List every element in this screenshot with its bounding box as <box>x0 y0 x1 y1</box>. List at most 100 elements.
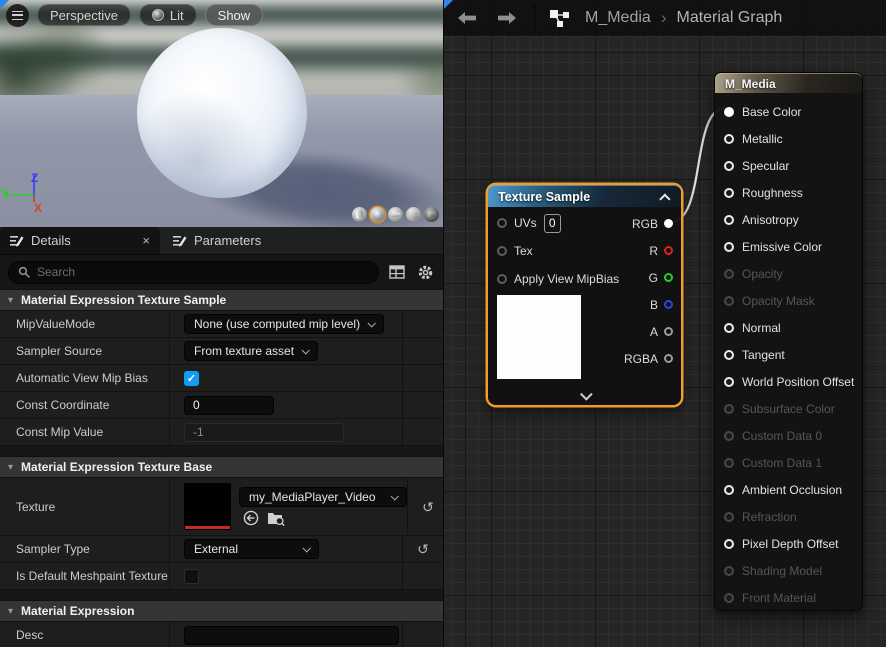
material-input-pin[interactable] <box>724 269 734 279</box>
viewport-menu-button[interactable] <box>6 4 29 27</box>
sampler-source-dropdown[interactable]: From texture asset <box>184 341 318 361</box>
input-pin-label: Apply View MipBias <box>514 272 619 286</box>
material-input-pin[interactable] <box>724 431 734 441</box>
input-pin[interactable] <box>497 274 507 284</box>
material-graph-canvas[interactable]: M_Media › Material Graph Texture Sample … <box>443 0 886 647</box>
collapse-triangle-icon: ▾ <box>8 606 13 617</box>
material-input-pin[interactable] <box>724 161 734 171</box>
details-panel: Details × Parameters <box>0 227 443 647</box>
dropdown-value: External <box>194 542 238 556</box>
section-title: Material Expression Texture Base <box>21 460 212 474</box>
texture-asset-dropdown[interactable]: my_MediaPlayer_Video <box>239 487 407 507</box>
display-options-button[interactable] <box>387 262 407 282</box>
input-pin[interactable] <box>497 218 507 228</box>
back-button[interactable] <box>454 6 480 30</box>
material-input-pin[interactable] <box>724 485 734 495</box>
material-input-pin[interactable] <box>724 377 734 387</box>
texture-thumbnail[interactable] <box>184 483 231 530</box>
settings-button[interactable] <box>415 262 435 282</box>
preview-shape-button[interactable] <box>370 207 385 222</box>
property-label: Const Mip Value <box>0 419 170 445</box>
material-input-pin[interactable] <box>724 215 734 225</box>
section-texture-sample[interactable]: ▾ Material Expression Texture Sample <box>0 289 443 311</box>
reset-sampler-type-button[interactable]: ↺ <box>417 542 429 556</box>
material-input-pin[interactable] <box>724 242 734 252</box>
input-pin[interactable] <box>497 246 507 256</box>
collapse-triangle-icon: ▾ <box>8 462 13 473</box>
close-icon[interactable]: × <box>142 234 150 247</box>
material-node-header[interactable]: M_Media <box>715 73 862 93</box>
dropdown-value: From texture asset <box>194 344 294 358</box>
material-input-pin[interactable] <box>724 512 734 522</box>
lit-mode-button[interactable]: Lit <box>139 4 197 26</box>
tab-parameters[interactable]: Parameters <box>163 227 271 254</box>
breadcrumb-page[interactable]: Material Graph <box>676 9 782 27</box>
is-default-meshpaint-checkbox[interactable] <box>184 569 199 584</box>
material-pin-row: Ambient Occlusion <box>724 476 862 503</box>
forward-button[interactable] <box>494 6 520 30</box>
chevron-down-icon <box>301 346 309 354</box>
hamburger-icon <box>12 11 23 20</box>
preview-shape-button[interactable] <box>352 207 367 222</box>
output-pin[interactable] <box>664 354 673 363</box>
const-coordinate-input[interactable] <box>184 396 274 415</box>
automatic-view-mip-bias-checkbox[interactable]: ✓ <box>184 371 199 386</box>
row-automatic-view-mip-bias: Automatic View Mip Bias ✓ <box>0 365 443 392</box>
material-input-pin[interactable] <box>724 107 734 117</box>
material-input-pin[interactable] <box>724 539 734 549</box>
output-pin[interactable] <box>664 246 673 255</box>
desc-input[interactable] <box>184 626 399 645</box>
material-input-pin[interactable] <box>724 296 734 306</box>
search-input[interactable] <box>37 265 369 279</box>
output-pin[interactable] <box>664 300 673 309</box>
material-pin-row: Tangent <box>724 341 862 368</box>
output-pin[interactable] <box>664 273 673 282</box>
preview-viewport[interactable]: Perspective Lit Show Z Y X <box>0 0 443 227</box>
use-selected-asset-icon[interactable] <box>243 510 259 526</box>
material-input-pin[interactable] <box>724 593 734 603</box>
material-pin-row: Subsurface Color <box>724 395 862 422</box>
material-result-node[interactable]: M_Media Base Color Metallic <box>714 72 863 611</box>
reset-texture-button[interactable]: ↺ <box>422 500 434 514</box>
material-input-pin[interactable] <box>724 566 734 576</box>
material-node-pins: Base Color Metallic Specular Rou <box>715 93 862 611</box>
texture-sample-outputs: RGB R G B <box>624 210 673 372</box>
browse-to-asset-icon[interactable] <box>267 510 285 526</box>
search-box[interactable] <box>8 261 379 284</box>
material-input-pin[interactable] <box>724 458 734 468</box>
output-pin[interactable] <box>664 327 673 336</box>
texture-sample-node[interactable]: Texture Sample UVs 0 Tex <box>488 185 681 405</box>
show-button[interactable]: Show <box>205 4 264 26</box>
material-input-pin[interactable] <box>724 134 734 144</box>
uv-channel-box[interactable]: 0 <box>544 214 561 233</box>
section-texture-base[interactable]: ▾ Material Expression Texture Base <box>0 456 443 478</box>
mip-value-mode-dropdown[interactable]: None (use computed mip level) <box>184 314 384 334</box>
perspective-button[interactable]: Perspective <box>37 4 131 26</box>
const-mip-value-input[interactable] <box>184 423 344 442</box>
check-icon: ✓ <box>187 372 196 385</box>
preview-shape-button[interactable] <box>388 207 403 222</box>
forward-arrow-icon <box>497 11 517 25</box>
breadcrumb-asset[interactable]: M_Media <box>585 9 651 27</box>
texture-sample-inputs: UVs 0 Tex Apply View MipBias <box>497 209 619 293</box>
output-pin-label: RGBA <box>624 352 658 366</box>
row-mip-value-mode: MipValueMode None (use computed mip leve… <box>0 311 443 338</box>
sampler-type-dropdown[interactable]: External <box>184 539 319 559</box>
preview-shape-button[interactable] <box>406 207 421 222</box>
material-input-pin[interactable] <box>724 350 734 360</box>
preview-shape-button[interactable] <box>424 207 439 222</box>
section-material-expression[interactable]: ▾ Material Expression <box>0 600 443 622</box>
material-input-pin[interactable] <box>724 188 734 198</box>
tab-details[interactable]: Details × <box>0 227 160 254</box>
row-sampler-type: Sampler Type External ↺ <box>0 536 443 563</box>
material-pin-label: Custom Data 0 <box>742 429 822 443</box>
material-input-pin[interactable] <box>724 404 734 414</box>
material-input-pin[interactable] <box>724 323 734 333</box>
chevron-up-icon[interactable] <box>659 193 670 204</box>
texture-sample-node-header[interactable]: Texture Sample <box>488 185 681 207</box>
output-pin[interactable] <box>664 219 673 228</box>
row-const-mip-value: Const Mip Value <box>0 419 443 446</box>
chevron-down-icon[interactable] <box>579 388 592 401</box>
gear-icon <box>417 264 434 281</box>
material-pin-label: Emissive Color <box>742 240 822 254</box>
